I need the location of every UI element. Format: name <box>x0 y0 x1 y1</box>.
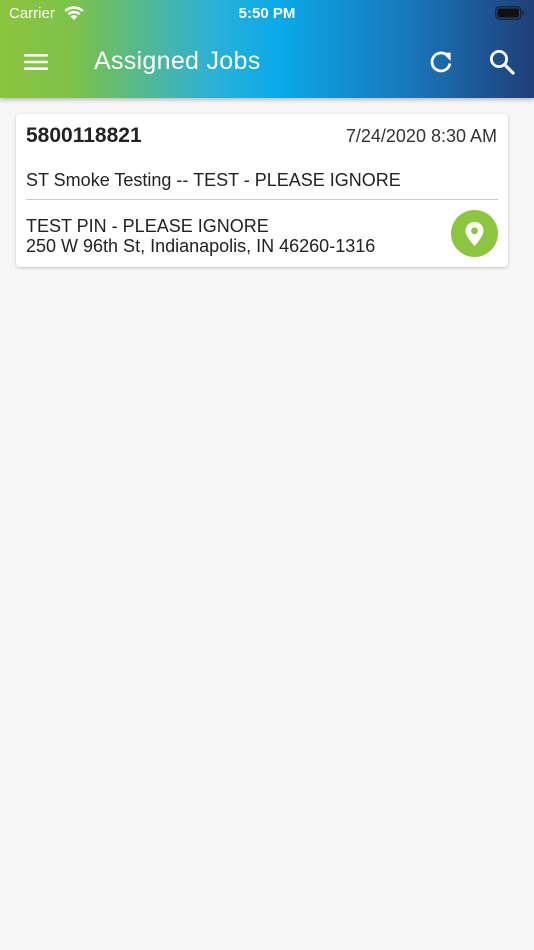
status-bar: Carrier 5:50 PM <box>0 0 534 28</box>
search-icon[interactable] <box>488 48 516 76</box>
job-address: 250 W 96th St, Indianapolis, IN 46260-13… <box>26 236 376 256</box>
job-card[interactable]: 5800118821 7/24/2020 8:30 AM ST Smoke Te… <box>16 114 508 267</box>
page-title: Assigned Jobs <box>94 47 261 75</box>
card-divider <box>26 199 498 200</box>
nav-bar: Assigned Jobs <box>0 28 534 98</box>
hamburger-menu-icon[interactable] <box>22 50 50 74</box>
battery-icon <box>495 6 525 20</box>
status-time: 5:50 PM <box>238 5 296 22</box>
map-pin-icon <box>465 222 484 246</box>
app-header: Carrier 5:50 PM Assigned Jobs <box>0 0 534 98</box>
job-number: 5800118821 <box>26 124 142 147</box>
job-site-name: TEST PIN - PLEASE IGNORE <box>26 216 269 236</box>
map-location-button[interactable] <box>451 210 498 257</box>
refresh-icon[interactable] <box>428 49 454 75</box>
job-description: ST Smoke Testing -- TEST - PLEASE IGNORE <box>26 170 401 190</box>
job-datetime: 7/24/2020 8:30 AM <box>345 126 497 146</box>
